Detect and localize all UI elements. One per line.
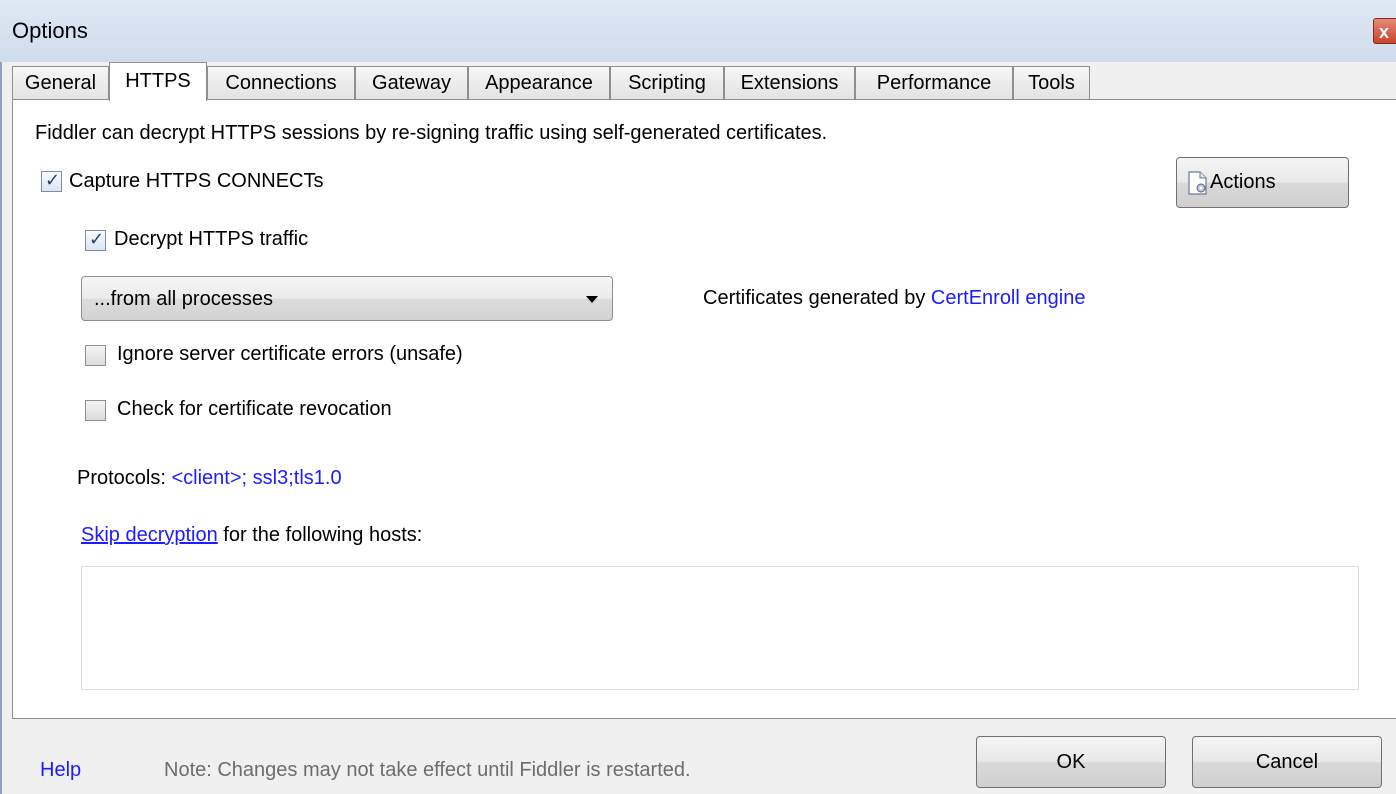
- check-revocation-label: Check for certificate revocation: [117, 398, 392, 420]
- check-revocation-checkbox[interactable]: [85, 400, 106, 421]
- dialog-footer: Help Note: Changes may not take effect u…: [0, 719, 1396, 794]
- tab-tools[interactable]: Tools: [1013, 66, 1090, 99]
- window-border: [0, 62, 2, 794]
- tab-general[interactable]: General: [12, 66, 109, 99]
- cancel-button[interactable]: Cancel: [1192, 736, 1382, 788]
- https-description: Fiddler can decrypt HTTPS sessions by re…: [35, 122, 828, 144]
- tab-gateway[interactable]: Gateway: [355, 66, 468, 99]
- https-tab-panel: Fiddler can decrypt HTTPS sessions by re…: [12, 99, 1396, 719]
- capture-connects-label: Capture HTTPS CONNECTs: [69, 170, 324, 192]
- protocols-label: Protocols:: [77, 467, 172, 489]
- ignore-errors-checkbox[interactable]: [85, 345, 106, 366]
- protocols-link[interactable]: <client>; ssl3;tls1.0: [171, 467, 341, 489]
- tab-appearance[interactable]: Appearance: [468, 66, 610, 99]
- process-filter-value: ...from all processes: [94, 288, 273, 310]
- window-title: Options: [12, 18, 88, 43]
- help-link[interactable]: Help: [40, 759, 81, 782]
- ignore-errors-label: Ignore server certificate errors (unsafe…: [117, 343, 463, 365]
- process-filter-dropdown[interactable]: ...from all processes: [81, 276, 613, 321]
- tab-extensions[interactable]: Extensions: [724, 66, 855, 99]
- cert-engine-link[interactable]: CertEnroll engine: [931, 287, 1086, 309]
- actions-label: Actions: [1210, 171, 1276, 193]
- tab-scripting[interactable]: Scripting: [610, 66, 724, 99]
- capture-connects-checkbox[interactable]: ✓: [41, 170, 62, 192]
- decrypt-traffic-checkbox[interactable]: ✓: [85, 229, 106, 251]
- actions-button[interactable]: Actions: [1176, 157, 1349, 208]
- close-icon: x: [1379, 22, 1390, 42]
- skip-decryption-link[interactable]: Skip decryption: [81, 524, 218, 546]
- restart-note: Note: Changes may not take effect until …: [164, 759, 691, 781]
- document-gear-icon: [1188, 171, 1207, 195]
- protocols-row: Protocols: <client>; ssl3;tls1.0: [77, 467, 342, 490]
- chevron-down-icon: [586, 296, 598, 303]
- ok-button[interactable]: OK: [976, 736, 1166, 788]
- tab-performance[interactable]: Performance: [855, 66, 1013, 99]
- cert-info-text: Certificates generated by CertEnroll eng…: [703, 287, 1086, 309]
- tab-https[interactable]: HTTPS: [109, 62, 207, 101]
- decrypt-traffic-label: Decrypt HTTPS traffic: [114, 228, 309, 250]
- checkmark-icon: ✓: [45, 170, 61, 190]
- skip-hosts-textarea[interactable]: [81, 566, 1359, 690]
- tab-connections[interactable]: Connections: [207, 66, 355, 99]
- skip-decryption-row: Skip decryption for the following hosts:: [81, 524, 423, 546]
- close-button[interactable]: x: [1373, 18, 1396, 44]
- checkmark-icon: ✓: [89, 229, 105, 249]
- title-bar: Options x: [0, 0, 1396, 62]
